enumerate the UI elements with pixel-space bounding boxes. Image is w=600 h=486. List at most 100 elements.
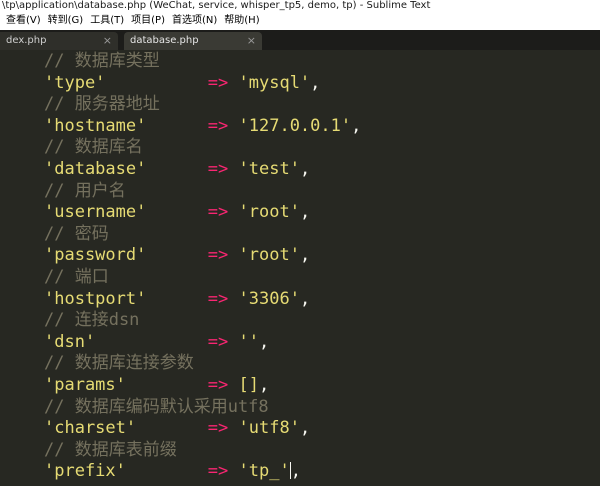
config-key: 'params': [44, 374, 126, 395]
code-comma: ,: [259, 331, 270, 352]
code-editor[interactable]: // 数据库类型'type' => 'mysql',// 服务器地址'hostn…: [0, 50, 600, 486]
code-line: // 数据库连接参数: [44, 353, 361, 375]
code-comma: ,: [299, 418, 311, 439]
code-comment: // 数据库编码默认采用utf8: [44, 396, 269, 417]
config-value: '127.0.0.1': [238, 115, 352, 136]
code-line: 'dsn' => '',: [44, 332, 361, 354]
code-spacing: [146, 245, 207, 265]
code-comment: // 连接dsn: [44, 310, 140, 331]
code-line: 'password' => 'root',: [44, 245, 361, 267]
config-value: 'test': [238, 158, 300, 179]
code-spacing: [146, 289, 207, 309]
arrow-operator: =>: [207, 418, 229, 439]
code-comma: ,: [310, 72, 321, 93]
menu-tools[interactable]: 工具(T): [90, 12, 131, 30]
code-spacing: [146, 116, 207, 136]
config-key: 'username': [44, 202, 147, 223]
arrow-operator: =>: [207, 331, 229, 352]
code-spacing: [95, 332, 208, 352]
code-comment: // 数据库连接参数: [44, 353, 194, 374]
arrow-operator: =>: [207, 288, 229, 309]
code-comma: ,: [351, 115, 362, 136]
code-line: // 数据库类型: [44, 51, 361, 73]
menu-preferences[interactable]: 首选项(N): [172, 12, 224, 30]
config-key: 'dsn': [44, 331, 96, 352]
code-comment: // 服务器地址: [44, 94, 160, 115]
tab-database-php[interactable]: database.php ×: [124, 32, 262, 50]
code-spacing: [126, 461, 208, 481]
code-line: // 连接dsn: [44, 310, 361, 332]
code-line: 'charset' => 'utf8',: [44, 418, 361, 440]
arrow-operator: =>: [207, 115, 229, 136]
arrow-operator: =>: [207, 158, 229, 179]
code-comment: // 密码: [44, 223, 109, 244]
code-comma: ,: [259, 374, 270, 395]
code-line: // 服务器地址: [44, 94, 361, 116]
code-comment: // 数据库类型: [44, 51, 160, 71]
config-value: 'root': [238, 202, 300, 223]
tab-label: dex.php: [6, 35, 47, 46]
code-comma: ,: [299, 158, 311, 179]
code-line: // 用户名: [44, 181, 361, 203]
code-line: 'hostport' => '3306',: [44, 289, 361, 311]
code-spacing: [126, 375, 208, 395]
config-key: 'charset': [44, 418, 137, 439]
config-value: []: [238, 374, 259, 395]
menu-goto[interactable]: 转到(G): [48, 12, 91, 30]
config-value: 'utf8': [238, 418, 300, 439]
arrow-operator: =>: [207, 72, 229, 93]
code-line: 'username' => 'root',: [44, 202, 361, 224]
config-key: 'hostname': [44, 115, 147, 136]
arrow-operator: =>: [207, 245, 229, 266]
config-key: 'password': [44, 245, 147, 266]
menu-project[interactable]: 项目(P): [131, 12, 172, 30]
code-spacing: [136, 418, 208, 438]
config-value: 'mysql': [238, 72, 311, 93]
code-comma: ,: [299, 288, 311, 309]
arrow-operator: =>: [207, 461, 229, 482]
arrow-operator: =>: [207, 374, 229, 395]
code-comment: // 数据库表前缀: [44, 439, 177, 460]
config-value: 'root': [238, 245, 300, 266]
code-line: // 数据库表前缀: [44, 440, 361, 462]
close-icon[interactable]: ×: [247, 32, 256, 50]
code-line: 'database' => 'test',: [44, 159, 361, 181]
code-comma: ,: [290, 461, 301, 482]
config-key: 'prefix': [44, 461, 126, 482]
code-line: // 数据库名: [44, 137, 361, 159]
code-comment: // 用户名: [44, 180, 126, 201]
window-title: \tp\application\database.php (WeChat, se…: [0, 0, 600, 12]
code-line: 'prefix' => 'tp_',: [44, 461, 361, 483]
code-line: // 密码: [44, 224, 361, 246]
config-key: 'database': [44, 158, 147, 179]
tab-index-php[interactable]: dex.php ×: [0, 32, 118, 50]
code-comma: ,: [299, 202, 311, 223]
menu-view[interactable]: 查看(V): [6, 12, 48, 30]
arrow-operator: =>: [207, 202, 229, 223]
code-spacing: [146, 159, 207, 179]
menu-bar: 查看(V) 转到(G) 工具(T) 项目(P) 首选项(N) 帮助(H): [0, 12, 600, 30]
code-line: 'type' => 'mysql',: [44, 73, 361, 95]
code-area[interactable]: // 数据库类型'type' => 'mysql',// 服务器地址'hostn…: [44, 51, 361, 483]
code-spacing: [146, 202, 207, 222]
tab-bar: dex.php × database.php ×: [0, 30, 600, 50]
config-value: 'tp_': [238, 461, 290, 482]
config-value: '3306': [238, 288, 300, 309]
tab-label: database.php: [130, 35, 199, 46]
code-line: // 端口: [44, 267, 361, 289]
menu-help[interactable]: 帮助(H): [224, 12, 266, 30]
code-line: 'hostname' => '127.0.0.1',: [44, 116, 361, 138]
code-line: // 数据库编码默认采用utf8: [44, 397, 361, 419]
code-line: 'params' => [],: [44, 375, 361, 397]
close-icon[interactable]: ×: [103, 32, 112, 50]
code-spacing: [105, 73, 207, 93]
